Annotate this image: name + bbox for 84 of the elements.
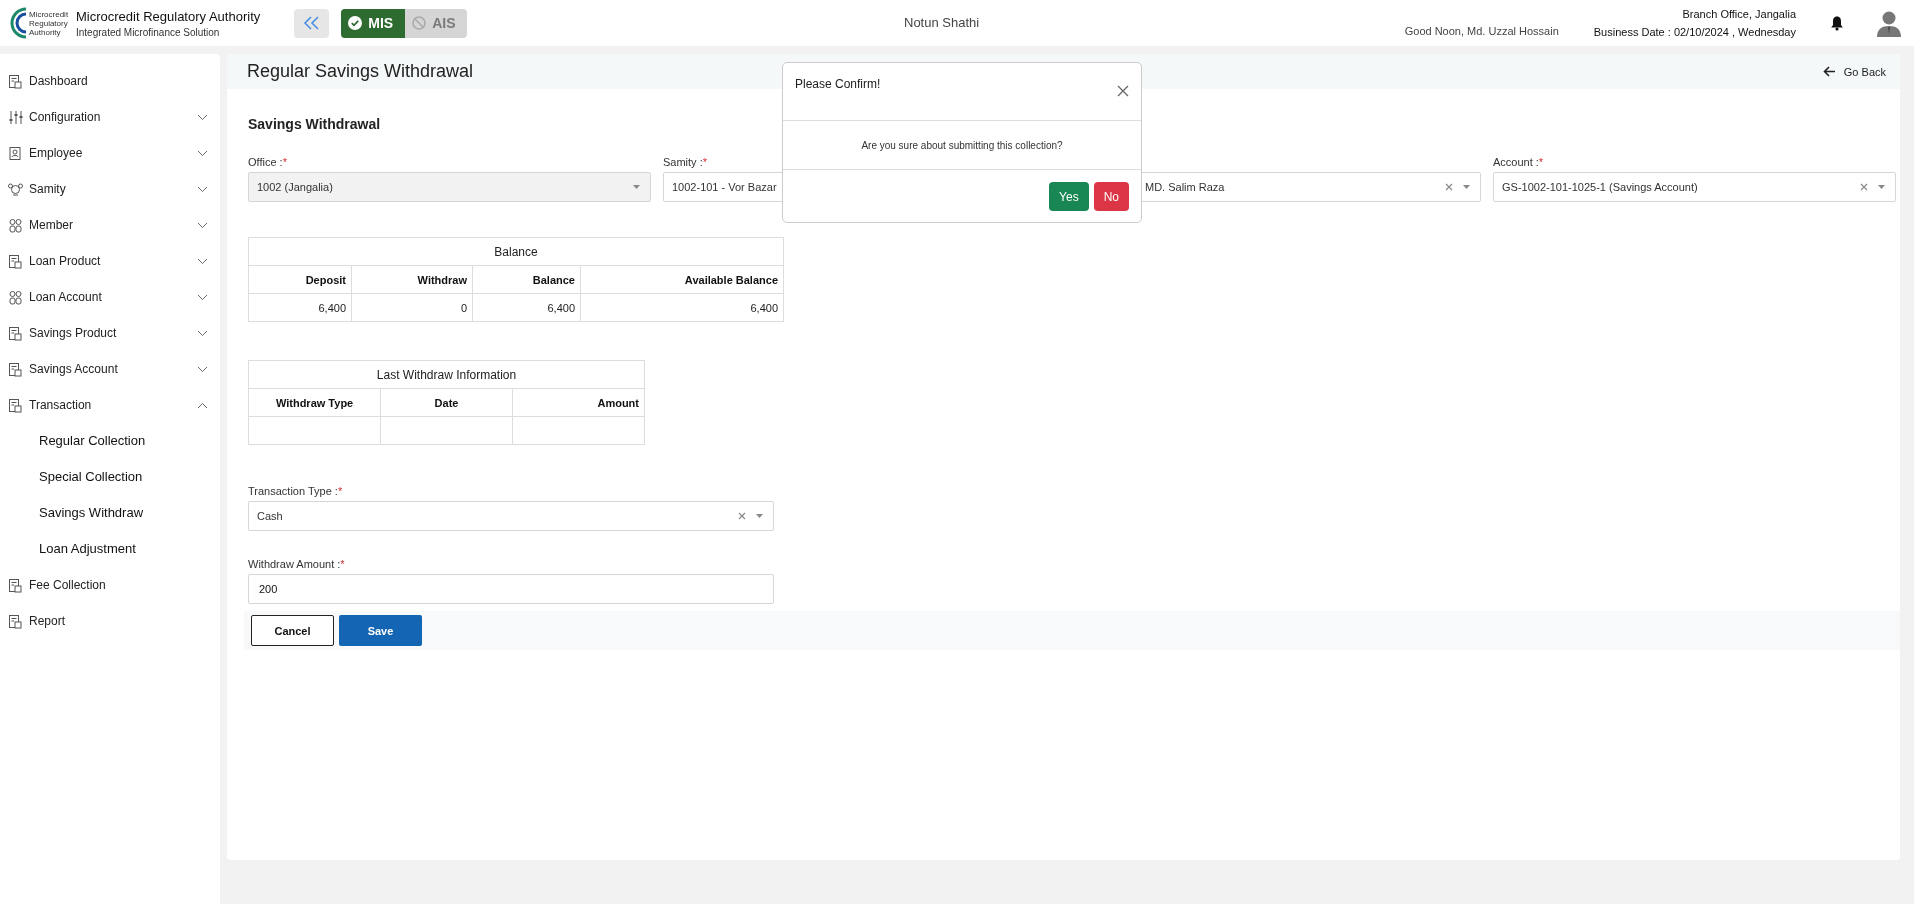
sidebar-item[interactable]: Member [0, 207, 220, 243]
caret-down-icon [756, 514, 763, 518]
user-avatar-icon[interactable] [1876, 9, 1902, 37]
caret-down-icon [1463, 185, 1470, 189]
caret-down-icon [633, 185, 640, 189]
sidebar-subitem[interactable]: Regular Collection [0, 423, 220, 459]
amount-input[interactable]: 200 [248, 574, 774, 604]
table-title: Balance [248, 237, 784, 266]
clear-icon [1445, 183, 1453, 191]
org-title: Microcredit Regulatory Authority [76, 8, 261, 24]
sidebar-subitem[interactable]: Savings Withdraw [0, 495, 220, 531]
save-button[interactable]: Save [339, 615, 422, 646]
field-label: Withdraw Amount :* [248, 558, 345, 572]
document-icon [8, 361, 23, 377]
column-header: Available Balance [580, 265, 784, 294]
sidebar-item[interactable]: Loan Account [0, 279, 220, 315]
people-icon [8, 289, 23, 305]
go-back-link[interactable]: Go Back [1822, 65, 1886, 78]
field-label: Transaction Type :* [248, 485, 343, 499]
sidebar-item[interactable]: Fee Collection [0, 567, 220, 603]
sidebar-item[interactable]: Employee [0, 135, 220, 171]
sidebar-item[interactable]: Savings Product [0, 315, 220, 351]
select-field[interactable]: Cash [248, 501, 774, 531]
clear-icon [1860, 183, 1868, 191]
column-header: Balance [472, 265, 581, 294]
caret-down-icon [1878, 185, 1885, 189]
sidebar-item[interactable]: Savings Account [0, 351, 220, 387]
sidebar-item[interactable]: Report [0, 603, 220, 639]
close-icon[interactable] [1117, 85, 1129, 97]
sidebar-subitem[interactable]: Special Collection [0, 459, 220, 495]
sidebar-item[interactable]: Samity [0, 171, 220, 207]
module-tab[interactable]: MIS [341, 8, 406, 38]
bell-icon[interactable] [1830, 15, 1844, 31]
table-cell: 0 [351, 293, 473, 322]
table-cell: 6,400 [472, 293, 581, 322]
prohibited-icon [412, 16, 427, 30]
arrow-left-icon [1822, 66, 1836, 77]
field-label: Office :* [248, 156, 287, 170]
logo-text: Authority [29, 27, 61, 37]
dialog-message: Are you sure about submitting this collection? [783, 121, 1141, 170]
column-header: Withdraw Type [248, 388, 381, 417]
no-button[interactable]: No [1093, 182, 1129, 211]
clear-icon [738, 512, 746, 520]
table-title: Last Withdraw Information [248, 360, 645, 389]
logo-arcs-icon [8, 6, 28, 40]
sidebar-item[interactable]: Transaction [0, 387, 220, 423]
document-icon [8, 577, 23, 593]
people-icon [8, 217, 23, 233]
group-icon [8, 181, 23, 197]
greeting-text: Good Noon, Md. Uzzal Hossain [1404, 25, 1559, 37]
column-header: Withdraw [351, 265, 473, 294]
document-icon [8, 397, 23, 413]
org-subtitle: Integrated Microfinance Solution [76, 26, 221, 38]
document-icon [8, 325, 23, 341]
double-chevron-left-icon [301, 15, 322, 31]
logo-text: Microcredit [29, 9, 69, 19]
sidebar-item[interactable]: Loan Product [0, 243, 220, 279]
column-header: Date [380, 388, 513, 417]
sliders-icon [8, 109, 23, 125]
cancel-button[interactable]: Cancel [251, 615, 334, 646]
business-date: Business Date : 02/10/2024 , Wednesday [1593, 26, 1796, 38]
id-card-icon [8, 145, 23, 161]
sidebar-subitem[interactable]: Loan Adjustment [0, 531, 220, 567]
branch-name: Branch Office, Jangalia [1681, 8, 1796, 20]
table-cell: 6,400 [248, 293, 352, 322]
document-icon [8, 73, 23, 89]
document-icon [8, 253, 23, 269]
page-title: Regular Savings Withdrawal [247, 61, 474, 82]
sidebar-item[interactable]: Dashboard [0, 63, 220, 99]
collapse-button[interactable] [294, 8, 330, 38]
sidebar-item[interactable]: Configuration [0, 99, 220, 135]
field-label: Account :* [1493, 156, 1544, 170]
check-circle-icon [348, 16, 363, 30]
dialog-title: Please Confirm! [795, 77, 881, 93]
field-label: Samity :* [663, 156, 707, 170]
app-name: Notun Shathi [904, 15, 980, 30]
logo-text: Regulatory [29, 18, 69, 28]
section-title: Savings Withdrawal [248, 116, 382, 132]
yes-button[interactable]: Yes [1049, 182, 1089, 211]
select-field[interactable]: GS-1002-101-1025-1 (Savings Account) [1493, 172, 1896, 202]
column-header: Deposit [248, 265, 352, 294]
column-header: Amount [512, 388, 645, 417]
document-icon [8, 613, 23, 629]
table-cell: 6,400 [580, 293, 784, 322]
